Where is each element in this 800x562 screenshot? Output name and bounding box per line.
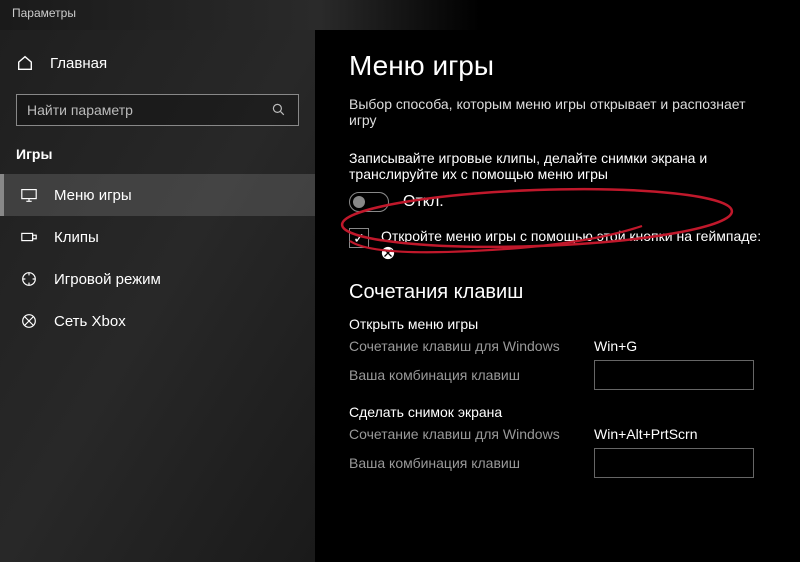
shortcut-group-title: Открыть меню игры	[349, 316, 766, 332]
sidebar-category: Игры	[0, 146, 315, 174]
page-description: Выбор способа, которым меню игры открыва…	[349, 96, 766, 128]
record-toggle[interactable]	[349, 192, 389, 212]
page-title: Меню игры	[349, 50, 766, 82]
monitor-icon	[20, 186, 38, 204]
sidebar-item-xbox-network[interactable]: Сеть Xbox	[0, 300, 315, 342]
shortcut-windows-value: Win+Alt+PrtScrn	[594, 426, 697, 442]
gamepad-checkbox-label: Откройте меню игры с помощью этой кнопки…	[381, 228, 761, 244]
sidebar-home[interactable]: Главная	[0, 46, 315, 80]
shortcut-windows-label: Сочетание клавиш для Windows	[349, 338, 594, 354]
xbox-button-icon	[381, 246, 761, 263]
shortcut-custom-input[interactable]	[594, 360, 754, 390]
record-toggle-row: Откл.	[349, 192, 766, 212]
sidebar-item-game-mode[interactable]: Игровой режим	[0, 258, 315, 300]
window-title: Параметры	[12, 6, 76, 20]
sidebar-item-label: Клипы	[54, 229, 99, 246]
clips-icon	[20, 228, 38, 246]
gamepad-checkbox[interactable]: ✓	[349, 228, 369, 248]
xbox-icon	[20, 312, 38, 330]
game-mode-icon	[20, 270, 38, 288]
sidebar-item-clips[interactable]: Клипы	[0, 216, 315, 258]
shortcut-group-open: Открыть меню игры Сочетание клавиш для W…	[349, 316, 766, 390]
sidebar-item-label: Меню игры	[54, 187, 132, 204]
sidebar-item-label: Игровой режим	[54, 271, 161, 288]
shortcut-custom-label: Ваша комбинация клавиш	[349, 367, 594, 383]
window-title-bar: Параметры	[0, 0, 800, 30]
home-icon	[16, 54, 34, 72]
sidebar-item-label: Сеть Xbox	[54, 313, 126, 330]
shortcut-windows-value: Win+G	[594, 338, 637, 354]
search-box[interactable]	[16, 94, 299, 126]
shortcut-windows-label: Сочетание клавиш для Windows	[349, 426, 594, 442]
toggle-state-label: Откл.	[403, 193, 444, 211]
sidebar: Главная Игры Меню игры	[0, 30, 315, 562]
shortcut-group-title: Сделать снимок экрана	[349, 404, 766, 420]
app-body: Главная Игры Меню игры	[0, 30, 800, 562]
shortcut-group-screenshot: Сделать снимок экрана Сочетание клавиш д…	[349, 404, 766, 478]
toggle-knob	[353, 196, 365, 208]
shortcut-custom-label: Ваша комбинация клавиш	[349, 455, 594, 471]
shortcut-row-custom: Ваша комбинация клавиш	[349, 448, 766, 478]
gamepad-checkbox-row: ✓ Откройте меню игры с помощью этой кноп…	[349, 228, 766, 263]
shortcuts-heading: Сочетания клавиш	[349, 281, 766, 304]
sidebar-home-label: Главная	[50, 55, 107, 72]
content-pane: Меню игры Выбор способа, которым меню иг…	[315, 30, 800, 562]
record-setting-label: Записывайте игровые клипы, делайте снимк…	[349, 150, 766, 182]
sidebar-item-game-bar[interactable]: Меню игры	[0, 174, 315, 216]
shortcut-row-custom: Ваша комбинация клавиш	[349, 360, 766, 390]
shortcut-custom-input[interactable]	[594, 448, 754, 478]
search-icon	[270, 101, 288, 119]
search-input[interactable]	[27, 102, 270, 118]
shortcut-row-windows: Сочетание клавиш для Windows Win+Alt+Prt…	[349, 426, 766, 442]
shortcut-row-windows: Сочетание клавиш для Windows Win+G	[349, 338, 766, 354]
